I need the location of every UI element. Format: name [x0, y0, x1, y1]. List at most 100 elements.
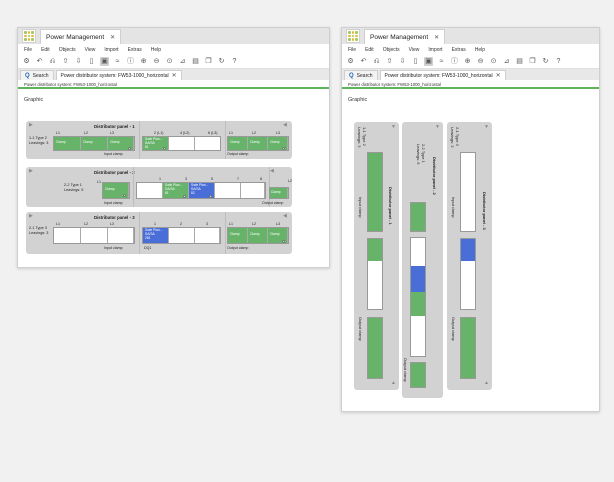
help-icon[interactable]: ?	[230, 57, 239, 66]
leaving-block[interactable]: Swle Plan... SA/SA 81 Swle Plan... SA/SA…	[136, 182, 266, 199]
distributor-tab[interactable]: Power distributor system: FW53-1000_hori…	[379, 70, 506, 80]
output-clamp-block[interactable]	[460, 317, 476, 379]
input-clamp-block[interactable]	[53, 227, 135, 244]
device-cell[interactable]: Swle Plan... SA/SA 81	[163, 183, 189, 198]
output-clamp-block[interactable]: Clamp	[269, 187, 289, 199]
redo-icon[interactable]: ⎌	[48, 57, 57, 66]
arrow-left-icon[interactable]: ▶	[29, 168, 33, 174]
clamp-cell[interactable]: Clamp	[228, 228, 248, 243]
close-icon[interactable]: ✕	[496, 72, 501, 79]
clamp-cell[interactable]: Clamp	[103, 183, 129, 198]
menu-edit[interactable]: Edit	[41, 47, 50, 53]
copy-icon[interactable]: ❐	[528, 57, 537, 66]
output-clamp-block[interactable]: Clamp Clamp Clamp	[227, 227, 289, 244]
empty-cell[interactable]	[137, 183, 163, 198]
device-cell[interactable]: Swle Plan... SA/SA 81	[143, 137, 169, 150]
help-icon[interactable]: ?	[554, 57, 563, 66]
arrow-down-icon[interactable]: ▼	[391, 124, 396, 130]
clamp-cell[interactable]: Clamp	[54, 137, 81, 150]
distributor-panel-2[interactable]: ▶ Distributor panel - 2 2-2 Type 1 Leavi…	[26, 167, 292, 207]
distributor-tab[interactable]: Power distributor system: FW53-1000_hori…	[55, 70, 182, 80]
clamp-cell[interactable]: Clamp	[108, 137, 134, 150]
arrow-down-icon[interactable]: ▼	[435, 124, 440, 130]
delete-icon[interactable]: ▯	[87, 57, 96, 66]
menu-objects[interactable]: Objects	[383, 47, 400, 53]
leaving-block[interactable]	[460, 238, 476, 310]
refresh-icon[interactable]: ↻	[217, 57, 226, 66]
input-clamp-block[interactable]: Clamp Clamp Clamp	[53, 136, 135, 151]
settings-icon[interactable]: ⚙	[22, 57, 31, 66]
clamp-cell[interactable]: Clamp	[228, 137, 248, 150]
arrow-up-icon[interactable]: ▲	[391, 380, 396, 386]
arrow-right-icon[interactable]: ◀	[283, 122, 287, 128]
input-clamp-block[interactable]: Clamp	[102, 182, 130, 199]
clamp-cell[interactable]: Clamp	[268, 137, 288, 150]
input-clamp-block[interactable]	[367, 152, 383, 232]
distributor-panel-3-vertical[interactable]: ▼ ▲ Distributor panel - 3 2-1 Type 3 Lea…	[447, 122, 492, 390]
clamp-cell[interactable]: Clamp	[81, 137, 108, 150]
zoom-out-icon[interactable]: ⊖	[152, 57, 161, 66]
settings-icon[interactable]: ⚙	[346, 57, 355, 66]
clamp-cell[interactable]	[411, 203, 425, 231]
menu-extras[interactable]: Extras	[128, 47, 142, 53]
arrow-left-icon[interactable]: ▶	[29, 213, 33, 219]
leaving-block[interactable]	[367, 238, 383, 310]
arrow-up-icon[interactable]: ▲	[484, 380, 489, 386]
panel-icon[interactable]: ▣	[100, 57, 109, 66]
menu-view[interactable]: View	[85, 47, 96, 53]
info-icon[interactable]: ⓘ	[450, 57, 459, 66]
empty-cell[interactable]	[169, 137, 195, 150]
output-clamp-block[interactable]	[367, 317, 383, 379]
empty-cell[interactable]	[108, 228, 134, 243]
search-tab[interactable]: Q Search	[344, 70, 378, 80]
delete-icon[interactable]: ▯	[411, 57, 420, 66]
chart-icon[interactable]: ≈	[437, 57, 446, 66]
refresh-icon[interactable]: ↻	[541, 57, 550, 66]
sort-icon[interactable]: ⊿	[502, 57, 511, 66]
clamp-cell[interactable]: Clamp	[268, 228, 288, 243]
output-clamp-block[interactable]: Clamp Clamp Clamp	[227, 136, 289, 151]
menu-help[interactable]: Help	[151, 47, 161, 53]
clamp-cell[interactable]: Clamp	[248, 137, 268, 150]
menu-extras[interactable]: Extras	[452, 47, 466, 53]
upload-icon[interactable]: ⇧	[61, 57, 70, 66]
download-icon[interactable]: ⇩	[74, 57, 83, 66]
device-cell[interactable]	[411, 292, 425, 316]
close-icon[interactable]: ✕	[434, 34, 439, 41]
distributor-panel-2-vertical[interactable]: ▼ Distributor panel - 2 2-2 Type 1 Leavi…	[402, 122, 443, 398]
panel-icon[interactable]: ▣	[424, 57, 433, 66]
distributor-panel-3[interactable]: ▶ Distributor panel - 3 ◀ 2-1 Type 3 Lea…	[26, 212, 292, 254]
menu-file[interactable]: File	[348, 47, 356, 53]
device-cell-selected[interactable]	[461, 239, 475, 261]
input-clamp-block[interactable]	[460, 152, 476, 232]
close-icon[interactable]: ✕	[172, 72, 177, 79]
zoom-in-icon[interactable]: ⊕	[139, 57, 148, 66]
search-tab[interactable]: Q Search	[20, 70, 54, 80]
menu-help[interactable]: Help	[475, 47, 485, 53]
empty-cell[interactable]	[169, 228, 195, 243]
empty-cell[interactable]	[241, 183, 265, 198]
empty-cell[interactable]	[81, 228, 108, 243]
clamp-cell[interactable]: Clamp	[248, 228, 268, 243]
zoom-fit-icon[interactable]: ⊙	[489, 57, 498, 66]
redo-icon[interactable]: ⎌	[372, 57, 381, 66]
device-cell-selected[interactable]	[411, 266, 425, 292]
chart-icon[interactable]: ≈	[113, 57, 122, 66]
app-tab[interactable]: Power Management ✕	[40, 29, 122, 44]
arrow-right-icon[interactable]: ◀	[270, 168, 274, 174]
device-cell-selected[interactable]: Swle Plan... SA/SA 281	[143, 228, 169, 243]
device-cell[interactable]	[368, 239, 382, 261]
clamp-cell[interactable]: Clamp	[270, 188, 288, 198]
empty-cell[interactable]	[54, 228, 81, 243]
arrow-left-icon[interactable]: ▶	[29, 122, 33, 128]
info-icon[interactable]: ⓘ	[126, 57, 135, 66]
clamp-cell[interactable]	[368, 153, 382, 231]
output-clamp-block[interactable]	[410, 362, 426, 388]
menu-import[interactable]: Import	[428, 47, 442, 53]
input-clamp-block[interactable]	[410, 202, 426, 232]
undo-icon[interactable]: ↶	[359, 57, 368, 66]
leaving-block[interactable]: Swle Plan... SA/SA 281	[142, 227, 221, 244]
empty-cell[interactable]	[195, 228, 220, 243]
menu-edit[interactable]: Edit	[365, 47, 374, 53]
sort-icon[interactable]: ⊿	[178, 57, 187, 66]
